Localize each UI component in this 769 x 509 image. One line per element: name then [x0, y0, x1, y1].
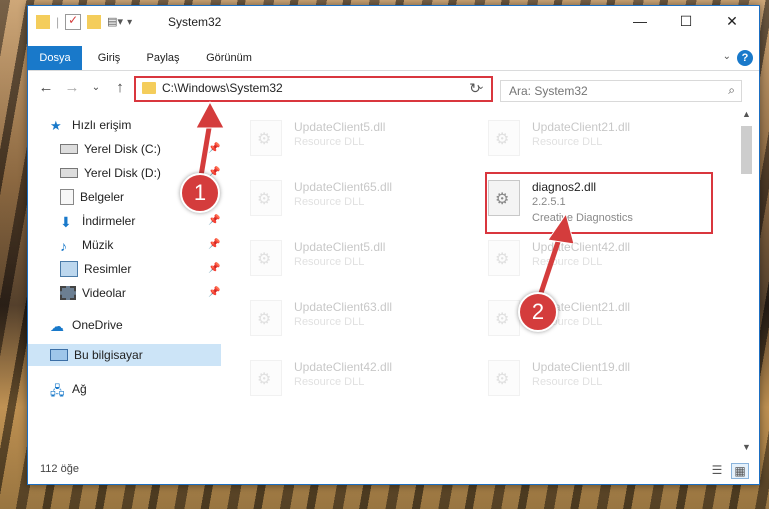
documents-icon [60, 189, 74, 205]
videos-icon [60, 286, 76, 300]
item-count: 112 öğe [40, 463, 79, 475]
list-item[interactable]: UpdateClient65.dll Resource DLL [238, 170, 458, 220]
customize-toolbar-icon[interactable]: ▤▾ [107, 15, 123, 29]
ribbon-tabs: Dosya Giriş Paylaş Görünüm ⌄ ? [28, 46, 759, 71]
pin-icon[interactable]: 📌 [208, 143, 220, 154]
drive-icon [60, 144, 78, 154]
back-arrow-icon[interactable]: ← [36, 78, 56, 98]
help-icon[interactable]: ? [737, 50, 753, 66]
list-item[interactable]: UpdateClient42.dll Resource DLL [238, 350, 458, 400]
search-input[interactable] [507, 83, 711, 99]
sidebar-item-disk-c[interactable]: Yerel Disk (C:) [60, 138, 161, 160]
properties-icon[interactable]: ✓ [65, 13, 82, 30]
dll-file-icon [488, 240, 520, 276]
search-icon[interactable]: ⌕ [728, 83, 735, 98]
dll-file-icon [250, 180, 282, 216]
annotation-badge-1: 1 [180, 173, 220, 213]
new-folder-icon[interactable] [87, 15, 102, 29]
dll-file-icon [250, 240, 282, 276]
sidebar-item-videos[interactable]: Videolar [60, 282, 126, 304]
highlight-frame [485, 172, 713, 234]
network-icon: 🖧 [50, 383, 65, 398]
pin-icon[interactable]: 📌 [208, 287, 220, 298]
quick-access-toolbar: | ✓ ▤▾ ▾ [36, 13, 132, 30]
search-box[interactable]: ⌕ [500, 80, 742, 102]
list-item[interactable]: UpdateClient42.dll Resource DLL [476, 230, 696, 280]
sidebar-item-music[interactable]: ♪ Müzik [60, 234, 113, 256]
title-bar: | ✓ ▤▾ ▾ System32 — ☐ ✕ [28, 6, 759, 38]
sidebar-item-quick-access[interactable]: ★ Hızlı erişim [50, 114, 131, 136]
navigation-bar: ← → ⌄ ↑ C:\Windows\System32 ⌄ ↻ ⌕ [28, 72, 759, 104]
tab-dosya[interactable]: Dosya [28, 46, 82, 70]
tab-gorunum[interactable]: Görünüm [198, 46, 260, 70]
up-arrow-icon[interactable]: ↑ [110, 78, 130, 98]
view-switcher: ☰ ▦ [709, 463, 749, 479]
dll-file-icon [250, 120, 282, 156]
tab-giris[interactable]: Giriş [88, 46, 130, 70]
tiles-view-icon[interactable]: ▦ [731, 463, 749, 479]
sidebar-item-pictures[interactable]: Resimler [60, 258, 131, 280]
folder-icon [36, 15, 50, 29]
download-icon: ⬇ [60, 214, 72, 230]
list-item[interactable]: UpdateClient5.dll Resource DLL [238, 110, 458, 160]
vertical-scrollbar[interactable]: ▲ ▼ [738, 106, 755, 456]
expand-ribbon-icon[interactable]: ⌄ [723, 51, 731, 62]
close-button[interactable]: ✕ [709, 6, 755, 36]
sidebar-item-downloads[interactable]: ⬇ İndirmeler [60, 210, 135, 232]
window-title: System32 [168, 15, 222, 29]
status-bar: 112 öğe ☰ ▦ [28, 458, 759, 482]
navigation-pane: ★ Hızlı erişim Yerel Disk (C:) 📌 Yerel D… [28, 106, 224, 456]
address-path: C:\Windows\System32 [162, 81, 283, 95]
tab-paylas[interactable]: Paylaş [138, 46, 188, 70]
scrollbar-thumb[interactable] [741, 126, 752, 174]
drive-icon [60, 168, 78, 178]
dll-file-icon [250, 300, 282, 336]
folder-icon [142, 82, 156, 94]
dll-file-icon [488, 300, 520, 336]
sidebar-item-disk-d[interactable]: Yerel Disk (D:) [60, 162, 161, 184]
scroll-up-icon[interactable]: ▲ [738, 106, 755, 123]
annotation-badge-2: 2 [518, 292, 558, 332]
list-item[interactable]: UpdateClient21.dll Resource DLL [476, 110, 696, 160]
maximize-button[interactable]: ☐ [663, 6, 709, 36]
details-view-icon[interactable]: ☰ [709, 463, 725, 477]
address-bar[interactable]: C:\Windows\System32 ⌄ [134, 76, 493, 102]
dll-file-icon [488, 360, 520, 396]
dll-file-icon [250, 360, 282, 396]
file-list: UpdateClient5.dll Resource DLL UpdateCli… [226, 106, 736, 456]
list-item[interactable]: UpdateClient19.dll Resource DLL [476, 350, 696, 400]
list-item[interactable]: UpdateClient21.dll Resource DLL [476, 290, 696, 340]
cloud-icon: ☁ [50, 318, 64, 334]
chevron-down-icon[interactable]: ▾ [127, 17, 132, 28]
recent-locations-icon[interactable]: ⌄ [86, 78, 106, 98]
pin-icon[interactable]: 📌 [208, 239, 220, 250]
pin-icon[interactable]: 📌 [208, 263, 220, 274]
refresh-icon[interactable]: ↻ [465, 78, 485, 98]
sidebar-item-onedrive[interactable]: ☁ OneDrive [50, 314, 123, 336]
star-icon: ★ [50, 118, 62, 133]
list-item[interactable]: UpdateClient5.dll Resource DLL [238, 230, 458, 280]
forward-arrow-icon[interactable]: → [62, 78, 82, 98]
sidebar-item-this-pc[interactable]: Bu bilgisayar [28, 344, 221, 366]
explorer-window: | ✓ ▤▾ ▾ System32 — ☐ ✕ Dosya Giriş Payl… [27, 5, 760, 485]
pictures-icon [60, 261, 78, 277]
dll-file-icon [488, 120, 520, 156]
scroll-down-icon[interactable]: ▼ [738, 439, 755, 456]
sidebar-item-network[interactable]: 🖧 Ağ [50, 378, 87, 400]
list-item[interactable]: UpdateClient63.dll Resource DLL [238, 290, 458, 340]
pin-icon[interactable]: 📌 [208, 215, 220, 226]
minimize-button[interactable]: — [617, 6, 663, 36]
sidebar-item-documents[interactable]: Belgeler [60, 186, 124, 208]
music-icon: ♪ [60, 238, 67, 254]
computer-icon [50, 349, 68, 361]
